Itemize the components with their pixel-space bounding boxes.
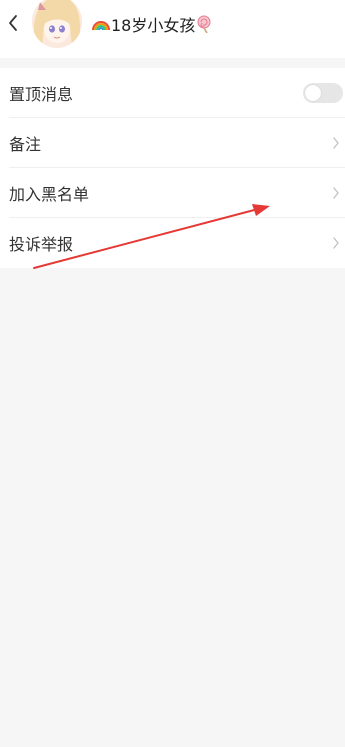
chevron-left-icon — [9, 15, 17, 31]
pin-message-label: 置顶消息 — [9, 85, 74, 104]
anime-girl-avatar-image — [32, 0, 82, 48]
remark-row[interactable]: 备注 — [0, 118, 345, 168]
report-label: 投诉举报 — [9, 235, 74, 254]
contact-name-text: 18岁小女孩 — [111, 16, 196, 35]
top-bar: 18岁小女孩 — [0, 0, 345, 58]
chevron-right-icon — [333, 137, 339, 149]
contact-name: 18岁小女孩 — [92, 12, 212, 36]
blacklist-row[interactable]: 加入黑名单 — [0, 168, 345, 218]
blacklist-label: 加入黑名单 — [9, 185, 90, 204]
avatar[interactable] — [32, 0, 82, 48]
lollipop-icon — [197, 15, 211, 33]
toggle-knob — [305, 85, 321, 101]
settings-panel: 置顶消息 备注 加入黑名单 投诉举报 — [0, 68, 345, 268]
remark-label: 备注 — [9, 135, 42, 154]
chevron-right-icon — [333, 187, 339, 199]
chevron-right-icon — [333, 237, 339, 249]
report-row[interactable]: 投诉举报 — [0, 218, 345, 268]
rainbow-icon — [92, 21, 110, 31]
pin-message-row: 置顶消息 — [0, 68, 345, 118]
back-button[interactable] — [2, 10, 24, 36]
pin-message-toggle[interactable] — [303, 83, 343, 103]
